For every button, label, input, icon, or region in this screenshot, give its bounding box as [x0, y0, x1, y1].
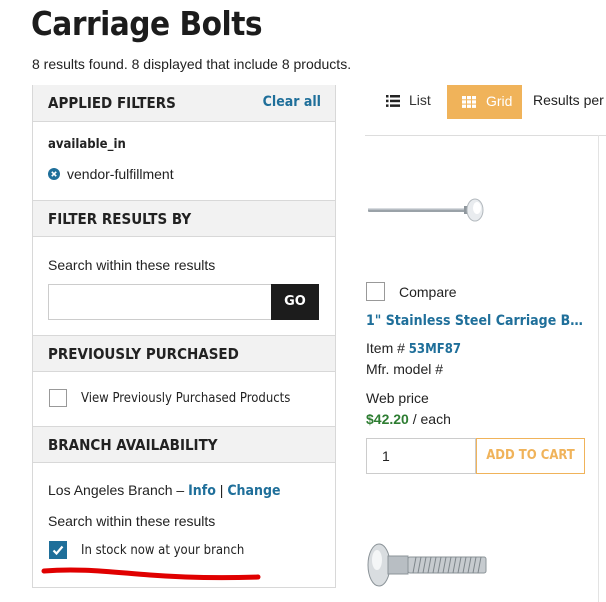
filter-group-label: available_in	[48, 137, 126, 152]
applied-filter-label: vendor-fulfillment	[67, 166, 174, 182]
in-stock-checkbox[interactable]	[49, 541, 67, 559]
applied-filters-header: APPLIED FILTERS Clear all	[33, 85, 335, 122]
branch-change-link[interactable]: Change	[227, 483, 280, 499]
applied-filters-title: APPLIED FILTERS	[48, 94, 176, 112]
item-number-prefix: Item #	[366, 340, 405, 356]
branch-availability-header: BRANCH AVAILABILITY	[33, 426, 335, 463]
branch-name: Los Angeles Branch –	[48, 482, 185, 498]
clear-all-link[interactable]: Clear all	[263, 94, 321, 110]
branch-line: Los Angeles Branch – Info | Change	[48, 482, 281, 499]
results-per-page-label: Results per	[533, 92, 604, 108]
web-price-label: Web price	[366, 390, 429, 406]
compare-checkbox[interactable]	[366, 282, 385, 301]
checkmark-icon	[52, 545, 64, 556]
price-value: $42.20	[366, 411, 409, 427]
branch-availability-title: BRANCH AVAILABILITY	[48, 436, 218, 454]
remove-filter-icon[interactable]	[48, 168, 60, 180]
item-number: 53MF87	[408, 342, 461, 357]
page-title: Carriage Bolts	[31, 4, 263, 43]
search-within-label: Search within these results	[48, 257, 216, 273]
compare-label: Compare	[399, 284, 457, 300]
filter-results-title: FILTER RESULTS BY	[48, 210, 192, 228]
product-image-2[interactable]	[366, 540, 491, 590]
product-image[interactable]	[366, 196, 486, 226]
previously-purchased-label: View Previously Purchased Products	[81, 391, 291, 406]
quantity-input[interactable]: 1	[366, 438, 476, 474]
price-row: $42.20 / each	[366, 411, 451, 427]
grid-view-button[interactable]: Grid	[447, 85, 522, 119]
list-icon	[386, 95, 400, 107]
grid-icon	[462, 96, 476, 108]
in-stock-label: In stock now at your branch	[81, 543, 245, 558]
product-card-divider	[365, 135, 606, 136]
results-summary: 8 results found. 8 displayed that includ…	[32, 56, 352, 72]
column-divider	[598, 135, 599, 602]
go-button[interactable]: GO	[271, 284, 319, 320]
previously-purchased-checkbox[interactable]	[49, 389, 67, 407]
branch-info-link[interactable]: Info	[188, 483, 216, 499]
item-number-row: Item # 53MF87	[366, 340, 461, 357]
list-view-label: List	[409, 92, 431, 108]
add-to-cart-button[interactable]: ADD TO CART	[476, 438, 585, 474]
grid-view-label: Grid	[486, 93, 513, 109]
red-underline-annotation	[41, 567, 261, 581]
filter-sidebar: APPLIED FILTERS Clear all available_in v…	[32, 85, 336, 588]
price-unit: / each	[412, 411, 451, 427]
search-within-input[interactable]	[48, 284, 272, 320]
previously-purchased-title: PREVIOUSLY PURCHASED	[48, 345, 239, 363]
filter-results-header: FILTER RESULTS BY	[33, 200, 335, 237]
previously-purchased-header: PREVIOUSLY PURCHASED	[33, 335, 335, 372]
product-title-link[interactable]: 1" Stainless Steel Carriage Bolt, 18-8..…	[366, 313, 588, 329]
branch-search-label: Search within these results	[48, 513, 216, 529]
branch-separator: |	[219, 482, 224, 498]
mfr-model-label: Mfr. model #	[366, 361, 444, 377]
